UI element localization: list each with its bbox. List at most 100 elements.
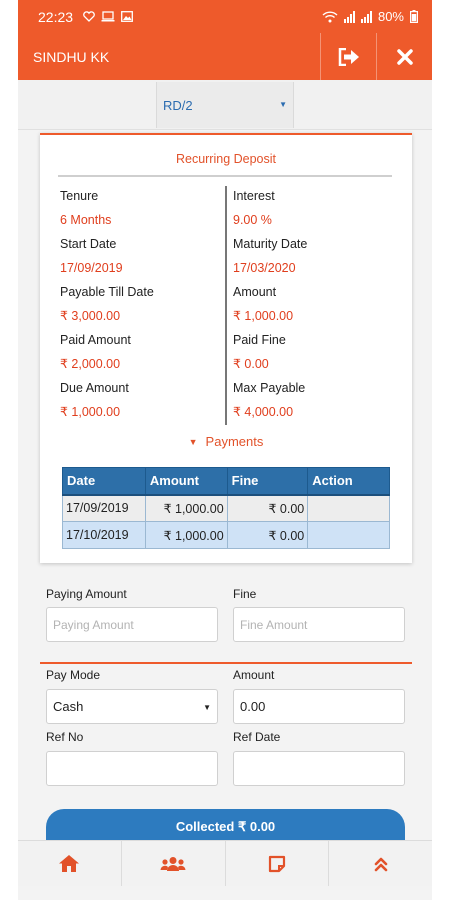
app-bar: SINDHU KK (18, 33, 432, 80)
battery-text: 80% (377, 9, 404, 24)
note-icon (268, 855, 285, 872)
detail-label: Amount (233, 285, 277, 299)
paying-amount-input[interactable]: Paying Amount (46, 607, 218, 642)
col-header-action: Action (307, 467, 390, 496)
table-row: 17/09/2019 ₹ 1,000.00 ₹ 0.00 (62, 494, 390, 522)
close-icon (396, 48, 413, 65)
ref-no-input[interactable] (46, 751, 218, 786)
detail-maturity-date: Maturity Date 17/03/2020 (233, 235, 393, 283)
detail-interest: Interest 9.00 % (233, 187, 393, 235)
nav-notes[interactable] (226, 841, 330, 886)
pay-mode-select[interactable]: Cash ▼ (46, 689, 218, 724)
nav-home[interactable] (18, 841, 122, 886)
cell-fine: ₹ 0.00 (226, 521, 309, 549)
col-header-amount: Amount (144, 467, 228, 496)
detail-label: Interest (233, 189, 275, 203)
fine-amount-input[interactable]: Fine Amount (233, 607, 405, 642)
card-divider (58, 175, 392, 177)
pay-mode-label: Pay Mode (46, 668, 101, 682)
signal-icon-2 (360, 10, 372, 23)
detail-label: Paid Fine (233, 333, 286, 347)
account-select[interactable]: RD/2 ▼ (156, 82, 294, 128)
detail-start-date: Start Date 17/09/2019 (60, 235, 220, 283)
payments-toggle-label: Payments (205, 434, 264, 449)
detail-value: ₹ 1,000.00 (233, 309, 294, 323)
detail-value: ₹ 0.00 (233, 357, 269, 371)
detail-value: ₹ 3,000.00 (60, 309, 121, 323)
caret-down-icon: ▼ (188, 437, 198, 447)
account-select-value: RD/2 (163, 97, 193, 113)
cell-action[interactable] (307, 521, 390, 549)
cell-date: 17/10/2019 (62, 521, 146, 549)
detail-paid-amount: Paid Amount ₹ 2,000.00 (60, 331, 220, 379)
cell-date: 17/09/2019 (62, 494, 146, 522)
detail-value: ₹ 1,000.00 (60, 405, 121, 419)
payments-toggle[interactable]: ▼ Payments (40, 434, 412, 449)
section-divider (40, 662, 412, 664)
battery-icon (410, 10, 418, 23)
phone-screen: 22:23 80% SINDHU KK RD/2 ▼ Recurring Dep… (18, 0, 432, 900)
fine-label: Fine (233, 587, 257, 601)
logout-icon (338, 47, 359, 66)
bottom-nav (18, 840, 432, 886)
logout-button[interactable] (320, 33, 376, 80)
details-left-column: Tenure 6 Months Start Date 17/09/2019 Pa… (60, 187, 220, 427)
ref-date-input[interactable] (233, 751, 405, 786)
ref-date-label: Ref Date (233, 730, 281, 744)
account-selector-row: RD/2 ▼ (18, 80, 432, 130)
nav-customers[interactable] (122, 841, 226, 886)
table-header-row: Date Amount Fine Action (62, 467, 390, 496)
detail-label: Payable Till Date (60, 285, 154, 299)
deposit-card: Recurring Deposit Tenure 6 Months Start … (40, 133, 412, 563)
cell-amount: ₹ 1,000.00 (144, 521, 228, 549)
amount-label: Amount (233, 668, 275, 682)
status-bar: 22:23 80% (18, 0, 432, 33)
detail-value: 9.00 % (233, 213, 272, 227)
detail-paid-fine: Paid Fine ₹ 0.00 (233, 331, 393, 379)
cell-fine: ₹ 0.00 (226, 494, 309, 522)
paying-amount-label: Paying Amount (46, 587, 127, 601)
double-chevron-up-icon (374, 857, 387, 871)
payments-table: Date Amount Fine Action 17/09/2019 ₹ 1,0… (62, 467, 390, 549)
cell-action[interactable] (307, 494, 390, 522)
dropdown-caret-icon: ▼ (279, 100, 287, 109)
user-name: SINDHU KK (33, 48, 110, 65)
detail-value: 6 Months (60, 213, 112, 227)
status-time: 22:23 (38, 8, 74, 25)
detail-amount: Amount ₹ 1,000.00 (233, 283, 393, 331)
detail-label: Max Payable (233, 381, 306, 395)
table-row: 17/10/2019 ₹ 1,000.00 ₹ 0.00 (62, 521, 390, 549)
detail-value: 17/09/2019 (60, 261, 123, 275)
cell-amount: ₹ 1,000.00 (144, 494, 228, 522)
detail-max-payable: Max Payable ₹ 4,000.00 (233, 379, 393, 427)
close-button[interactable] (376, 33, 432, 80)
details-right-column: Interest 9.00 % Maturity Date 17/03/2020… (233, 187, 393, 427)
amount-input[interactable]: 0.00 (233, 689, 405, 724)
home-icon (59, 855, 80, 872)
image-icon (121, 11, 133, 22)
group-icon (160, 856, 186, 871)
detail-value: 17/03/2020 (233, 261, 296, 275)
heart-icon (83, 11, 95, 22)
detail-label: Maturity Date (233, 237, 308, 251)
detail-due-amount: Due Amount ₹ 1,000.00 (60, 379, 220, 427)
detail-tenure: Tenure 6 Months (60, 187, 220, 235)
ref-no-label: Ref No (46, 730, 84, 744)
laptop-icon (101, 11, 115, 22)
detail-value: ₹ 4,000.00 (233, 405, 294, 419)
detail-label: Start Date (60, 237, 117, 251)
status-right: 80% (322, 9, 418, 24)
column-divider (225, 186, 227, 425)
detail-label: Tenure (60, 189, 99, 203)
notification-icons (83, 11, 133, 22)
nav-scroll-top[interactable] (329, 841, 432, 886)
detail-value: ₹ 2,000.00 (60, 357, 121, 371)
detail-label: Paid Amount (60, 333, 131, 347)
dropdown-caret-icon: ▼ (203, 703, 211, 712)
signal-icon (343, 10, 355, 23)
wifi-icon (322, 10, 338, 22)
col-header-fine: Fine (226, 467, 309, 496)
card-title: Recurring Deposit (175, 152, 277, 166)
detail-label: Due Amount (60, 381, 129, 395)
col-header-date: Date (62, 467, 146, 496)
